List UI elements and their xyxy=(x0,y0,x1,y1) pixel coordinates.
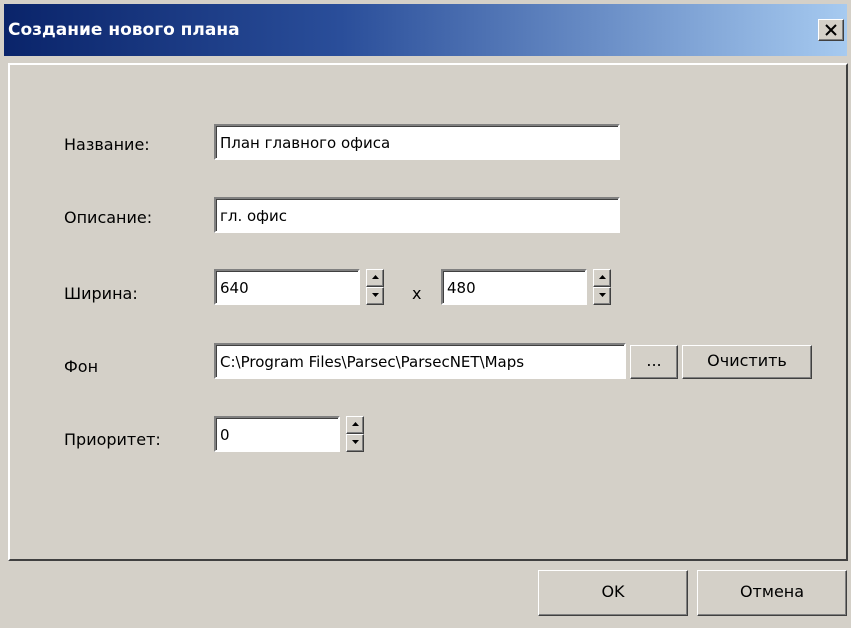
height-value: 480 xyxy=(447,279,476,297)
close-button[interactable] xyxy=(818,19,844,41)
width-label: Ширина: xyxy=(64,284,138,303)
cancel-button[interactable]: Отмена xyxy=(697,570,847,616)
height-field[interactable]: 480 xyxy=(441,269,587,305)
spin-down-icon xyxy=(372,293,379,297)
priority-spin-down-button[interactable] xyxy=(346,434,364,452)
width-spin-down-button[interactable] xyxy=(366,287,384,305)
close-icon xyxy=(825,24,837,36)
description-value: гл. офис xyxy=(220,207,288,225)
dialog-window: Создание нового плана Название: План гла… xyxy=(0,0,851,628)
dimension-separator: x xyxy=(412,284,422,303)
description-value-wrap: гл. офис xyxy=(220,207,289,225)
priority-label: Приоритет: xyxy=(64,430,161,449)
name-value: План главного офиса xyxy=(220,134,391,152)
priority-spinner[interactable] xyxy=(346,416,364,452)
priority-spin-up-button[interactable] xyxy=(346,416,364,434)
name-label: Название: xyxy=(64,135,150,154)
spin-down-icon xyxy=(599,293,606,297)
ok-button[interactable]: OK xyxy=(538,570,688,616)
height-spinner[interactable] xyxy=(593,269,611,305)
spin-up-icon xyxy=(372,275,379,279)
height-spin-down-button[interactable] xyxy=(593,287,611,305)
description-label: Описание: xyxy=(64,208,153,227)
spin-up-icon xyxy=(599,275,606,279)
title-bar[interactable]: Создание нового плана xyxy=(4,4,847,56)
name-field[interactable]: План главного офиса xyxy=(214,124,620,160)
height-spin-up-button[interactable] xyxy=(593,269,611,287)
background-path-field[interactable]: C:\Program Files\Parsec\ParsecNET\Maps xyxy=(214,343,626,379)
spin-down-icon xyxy=(352,440,359,444)
width-spin-up-button[interactable] xyxy=(366,269,384,287)
description-field[interactable]: гл. офис xyxy=(214,197,620,233)
priority-field[interactable]: 0 xyxy=(214,416,340,452)
text-caret xyxy=(288,207,289,225)
clear-button[interactable]: Очистить xyxy=(682,345,812,379)
background-path-value: C:\Program Files\Parsec\ParsecNET\Maps xyxy=(220,353,525,371)
form-panel: Название: План главного офиса Описание: … xyxy=(8,63,848,561)
width-value: 640 xyxy=(220,279,249,297)
background-label: Фон xyxy=(64,357,99,376)
window-title: Создание нового плана xyxy=(8,20,240,40)
spin-up-icon xyxy=(352,422,359,426)
width-spinner[interactable] xyxy=(366,269,384,305)
width-field[interactable]: 640 xyxy=(214,269,360,305)
priority-value: 0 xyxy=(220,426,230,444)
browse-button[interactable]: ... xyxy=(630,345,678,379)
